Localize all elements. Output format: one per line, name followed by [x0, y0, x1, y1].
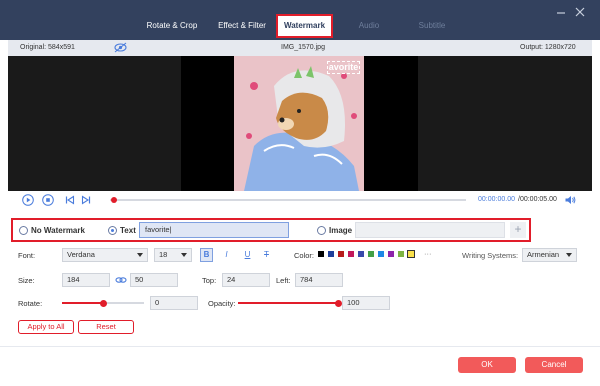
opacity-label: Opacity:	[208, 299, 236, 308]
rotate-label: Rotate:	[18, 299, 43, 308]
font-label: Font:	[18, 251, 36, 260]
footer-divider	[0, 346, 600, 347]
current-time: 00:00:00.00	[478, 196, 515, 203]
watermark-overlay[interactable]: avorite	[327, 61, 360, 74]
reset-button[interactable]: Reset	[78, 320, 134, 334]
height-input[interactable]: 50	[130, 273, 178, 287]
previous-icon[interactable]	[64, 194, 76, 206]
timeline-track[interactable]	[110, 199, 466, 201]
writing-systems-label: Writing Systems:	[462, 251, 519, 260]
strikethrough-button[interactable]: T	[260, 248, 273, 262]
rotate-slider[interactable]	[62, 299, 144, 307]
tab-audio[interactable]: Audio	[345, 14, 393, 38]
ok-button[interactable]: OK	[458, 357, 516, 373]
font-family-select[interactable]: Verdana	[62, 248, 148, 262]
bold-button[interactable]: B	[200, 248, 213, 262]
watermark-text-input[interactable]: favorite|	[139, 222, 289, 238]
timeline-handle[interactable]	[111, 197, 117, 203]
width-input[interactable]: 184	[62, 273, 110, 287]
color-swatch[interactable]	[348, 251, 354, 257]
size-label: Size:	[18, 276, 35, 285]
total-time: /00:00:05.00	[518, 196, 557, 203]
preview-info-bar: Original: 584x591 IMG_1570.jpg Output: 1…	[8, 40, 592, 56]
color-swatch[interactable]	[328, 251, 334, 257]
image-path-input[interactable]	[355, 222, 505, 238]
eye-icon[interactable]	[114, 42, 127, 55]
link-icon[interactable]	[115, 274, 127, 288]
top-label: Top:	[202, 276, 217, 285]
tab-rotate-crop[interactable]: Rotate & Crop	[140, 14, 204, 38]
color-swatch[interactable]	[398, 251, 404, 257]
font-family-value: Verdana	[67, 250, 95, 259]
no-watermark-label[interactable]: No Watermark	[31, 226, 85, 235]
color-swatch[interactable]	[407, 250, 415, 258]
rotate-slider-handle[interactable]	[99, 299, 107, 307]
color-label: Color:	[294, 251, 315, 260]
close-icon[interactable]	[574, 6, 586, 18]
opacity-slider-handle[interactable]	[334, 299, 342, 307]
play-icon[interactable]	[22, 194, 34, 206]
image-radio-label[interactable]: Image	[329, 226, 352, 235]
minimize-icon[interactable]	[556, 8, 566, 18]
opacity-slider-fill	[238, 302, 338, 304]
volume-icon[interactable]	[564, 194, 576, 206]
tab-subtitle[interactable]: Subtitle	[408, 14, 456, 38]
tab-watermark[interactable]: Watermark	[276, 14, 333, 38]
opacity-input[interactable]: 100	[342, 296, 390, 310]
italic-button[interactable]: I	[220, 248, 233, 262]
watermark-text-value: favorite	[145, 225, 170, 234]
no-watermark-radio[interactable]	[19, 226, 28, 235]
color-swatch[interactable]	[358, 251, 364, 257]
cancel-button[interactable]: Cancel	[525, 357, 583, 373]
original-size-label: Original: 584x591	[20, 44, 75, 51]
left-input[interactable]: 784	[295, 273, 343, 287]
tab-effect-filter[interactable]: Effect & Filter	[210, 14, 274, 38]
rotate-input[interactable]: 0	[150, 296, 198, 310]
font-size-value: 18	[159, 250, 168, 259]
file-name: IMG_1570.jpg	[281, 44, 325, 51]
opacity-slider[interactable]	[238, 299, 342, 307]
color-swatch[interactable]	[368, 251, 374, 257]
output-size-label: Output: 1280x720	[520, 44, 576, 51]
font-size-select[interactable]: 18	[154, 248, 192, 262]
writing-systems-select[interactable]: Armenian	[522, 248, 577, 262]
preview-image	[234, 56, 364, 191]
more-colors-button[interactable]: ···	[424, 249, 432, 258]
apply-to-all-button[interactable]: Apply to All	[18, 320, 74, 334]
color-swatch[interactable]	[378, 251, 384, 257]
color-swatch[interactable]	[388, 251, 394, 257]
color-swatch[interactable]	[338, 251, 344, 257]
left-label: Left:	[276, 276, 291, 285]
writing-systems-value: Armenian	[527, 250, 560, 259]
stop-icon[interactable]	[42, 194, 54, 206]
add-image-button[interactable]: +	[510, 222, 526, 238]
image-radio[interactable]	[317, 226, 326, 235]
next-icon[interactable]	[80, 194, 92, 206]
text-radio-label[interactable]: Text	[120, 226, 136, 235]
rotate-slider-fill	[62, 302, 103, 304]
color-swatch[interactable]	[318, 251, 324, 257]
underline-button[interactable]: U	[241, 248, 254, 262]
top-input[interactable]: 24	[222, 273, 270, 287]
text-radio[interactable]	[108, 226, 117, 235]
